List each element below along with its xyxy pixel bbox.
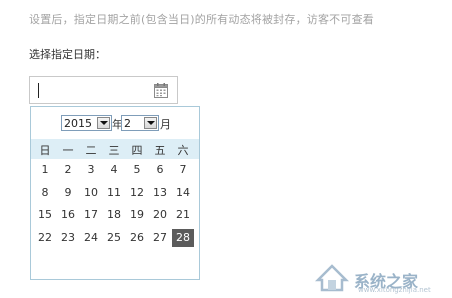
- day-cell[interactable]: 10: [80, 184, 102, 202]
- day-cell[interactable]: 24: [80, 229, 102, 247]
- month-unit-label: 月: [160, 118, 171, 131]
- day-cell[interactable]: 12: [126, 184, 148, 202]
- day-cell[interactable]: 26: [126, 229, 148, 247]
- calendar-icon[interactable]: [154, 83, 168, 98]
- day-cell[interactable]: 25: [103, 229, 125, 247]
- weekday-label: 二: [85, 144, 97, 157]
- day-cell[interactable]: 17: [80, 206, 102, 224]
- year-value: 2015: [64, 117, 92, 130]
- day-cell[interactable]: 18: [103, 206, 125, 224]
- date-label: 选择指定日期：: [29, 48, 106, 61]
- day-cell[interactable]: 22: [34, 229, 56, 247]
- picker-header: 2015 年 2 月: [31, 115, 199, 133]
- archive-notice: 设置后，指定日期之前(包含当日)的所有动态将被封存，访客不可查看: [29, 13, 374, 26]
- year-select[interactable]: 2015: [61, 115, 112, 131]
- watermark-url: www.xitongzhijia.net: [358, 286, 431, 294]
- date-input[interactable]: [29, 76, 178, 104]
- day-cell[interactable]: 16: [57, 206, 79, 224]
- month-dropdown-arrow-icon[interactable]: [144, 117, 157, 129]
- day-cell[interactable]: 2: [57, 161, 79, 179]
- day-cell[interactable]: 14: [172, 184, 194, 202]
- month-value: 2: [124, 117, 131, 130]
- day-cell[interactable]: 4: [103, 161, 125, 179]
- day-cell[interactable]: 21: [172, 206, 194, 224]
- watermark-logo: 系统之家 www.xitongzhijia.net: [314, 262, 444, 294]
- weekday-label: 六: [177, 144, 189, 157]
- weekday-label: 四: [131, 144, 143, 157]
- day-cell[interactable]: 13: [149, 184, 171, 202]
- text-caret: [38, 83, 39, 98]
- day-cell[interactable]: 9: [57, 184, 79, 202]
- day-cell[interactable]: 7: [172, 161, 194, 179]
- day-cell[interactable]: 23: [57, 229, 79, 247]
- weekday-label: 五: [154, 144, 166, 157]
- weekday-header-row: 日一二三四五六: [31, 139, 199, 159]
- day-cell-selected[interactable]: 28: [172, 228, 194, 247]
- day-cell[interactable]: 15: [34, 206, 56, 224]
- day-cell[interactable]: 20: [149, 206, 171, 224]
- day-cell[interactable]: 5: [126, 161, 148, 179]
- weekday-label: 一: [62, 144, 74, 157]
- weekday-label: 三: [108, 144, 120, 157]
- weekday-label: 日: [39, 144, 51, 157]
- day-cell[interactable]: 6: [149, 161, 171, 179]
- day-cell[interactable]: 27: [149, 229, 171, 247]
- day-cell[interactable]: 3: [80, 161, 102, 179]
- day-cell[interactable]: 1: [34, 161, 56, 179]
- watermark-house-icon: [314, 264, 350, 292]
- day-cell[interactable]: 11: [103, 184, 125, 202]
- month-select[interactable]: 2: [121, 115, 159, 131]
- day-cell[interactable]: 8: [34, 184, 56, 202]
- date-picker-popup: 2015 年 2 月 日一二三四五六 1 2 3 4 5 6 7 8 9 10 11 12 13 14 15…: [30, 106, 200, 280]
- day-cell[interactable]: 19: [126, 206, 148, 224]
- year-dropdown-arrow-icon[interactable]: [97, 117, 110, 129]
